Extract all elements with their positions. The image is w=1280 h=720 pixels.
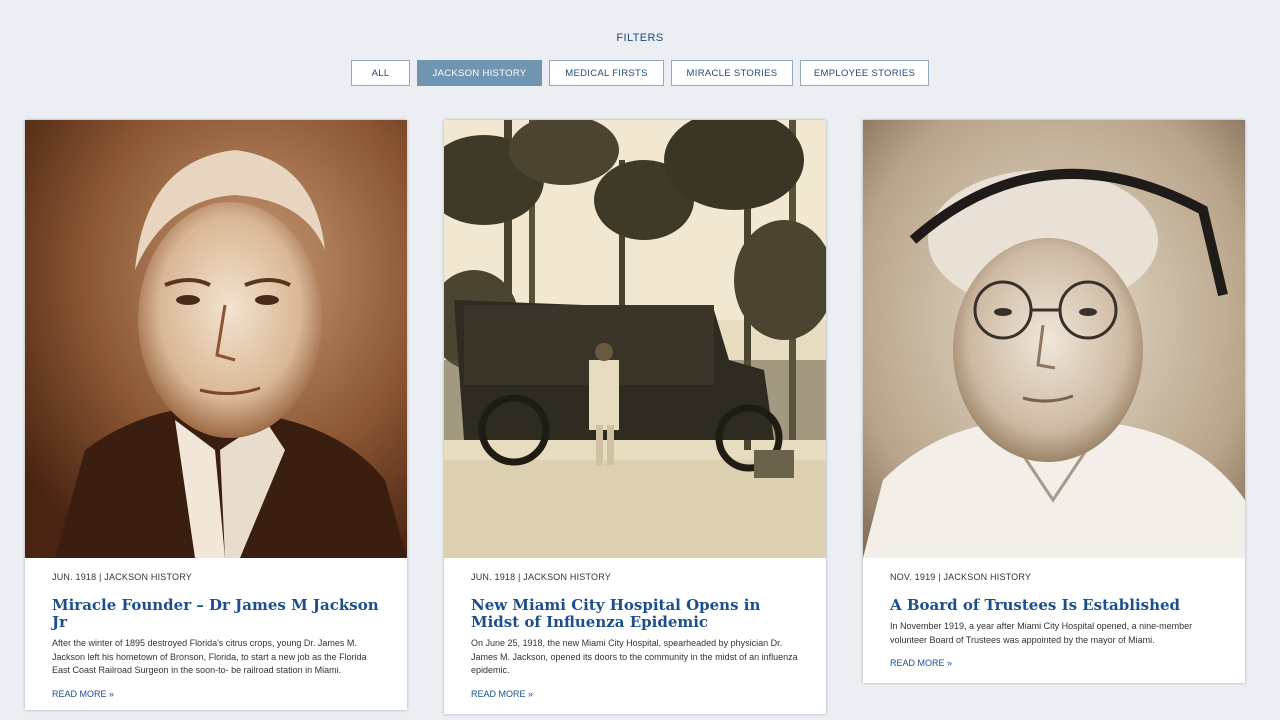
- card-meta: JUN. 1918 | JACKSON HISTORY: [52, 572, 192, 582]
- filter-miracle-stories-button[interactable]: MIRACLE STORIES: [671, 60, 793, 86]
- card-excerpt: On June 25, 1918, the new Miami City Hos…: [471, 638, 798, 675]
- portrait-photo[interactable]: [25, 120, 407, 558]
- hospital-car-photo[interactable]: [444, 120, 826, 558]
- story-card-jackson-founder[interactable]: JUN. 1918 | JACKSON HISTORY Miracle Foun…: [25, 120, 407, 710]
- filter-bar: ALL JACKSON HISTORY MEDICAL FIRSTS MIRAC…: [0, 60, 1280, 86]
- nurse-portrait-photo[interactable]: [863, 120, 1245, 558]
- filter-all-button[interactable]: ALL: [351, 60, 410, 86]
- card-meta: JUN. 1918 | JACKSON HISTORY: [471, 572, 611, 582]
- card-excerpt: In November 1919, a year after Miami Cit…: [890, 621, 1193, 645]
- filter-jackson-history-button[interactable]: JACKSON HISTORY: [417, 60, 542, 86]
- card-title[interactable]: New Miami City Hospital Opens in Midst o…: [471, 597, 799, 631]
- read-more-link[interactable]: READ MORE »: [471, 689, 533, 699]
- card-meta: NOV. 1919 | JACKSON HISTORY: [890, 572, 1032, 582]
- filter-employee-stories-button[interactable]: EMPLOYEE STORIES: [800, 60, 929, 86]
- story-card-hospital-opens[interactable]: JUN. 1918 | JACKSON HISTORY New Miami Ci…: [444, 120, 826, 714]
- card-title[interactable]: Miracle Founder – Dr James M Jackson Jr: [52, 597, 380, 631]
- card-title[interactable]: A Board of Trustees Is Established: [890, 597, 1218, 614]
- filters-title: FILTERS: [616, 32, 664, 44]
- card-excerpt: After the winter of 1895 destroyed Flori…: [52, 638, 367, 675]
- read-more-link[interactable]: READ MORE »: [52, 689, 114, 699]
- story-card-board-trustees[interactable]: NOV. 1919 | JACKSON HISTORY A Board of T…: [863, 120, 1245, 683]
- read-more-link[interactable]: READ MORE »: [890, 658, 952, 668]
- filter-medical-firsts-button[interactable]: MEDICAL FIRSTS: [549, 60, 664, 86]
